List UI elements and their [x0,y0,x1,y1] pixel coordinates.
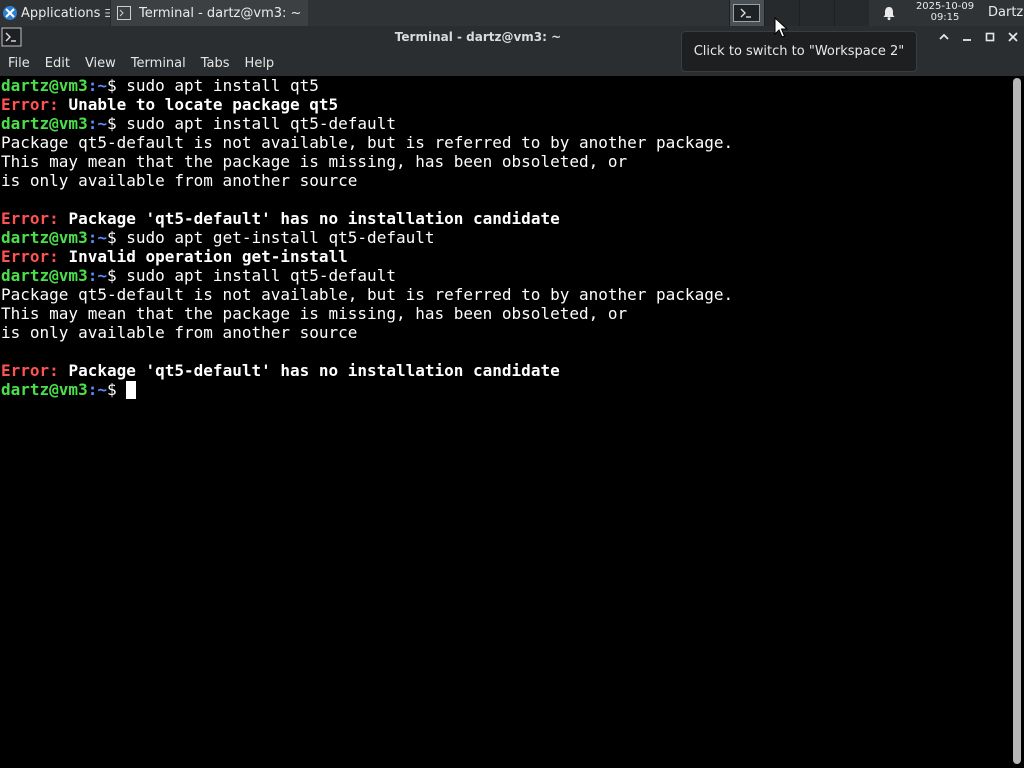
error-message: Unable to locate package qt5 [68,95,339,114]
user-menu[interactable]: Dartz [988,5,1023,20]
command-text: sudo apt get-install qt5-default [126,228,435,247]
error-prefix: Error: [1,95,69,114]
prompt-suffix: $ [106,380,127,399]
menu-terminal[interactable]: Terminal [123,56,193,71]
terminal-line: Error: Package 'qt5-default' has no inst… [1,361,1010,380]
terminal-output[interactable]: dartz@vm3:~$ sudo apt install qt5 Error: … [0,76,1010,768]
text-cursor [126,381,137,399]
prompt-user-host: dartz@vm3 [1,380,88,399]
terminal-line: is only available from another source [1,323,358,342]
workspace-window-preview [733,4,760,22]
prompt-path: :~ [87,76,107,95]
prompt-path: :~ [87,266,107,285]
terminal-icon [117,6,131,20]
prompt-path: :~ [87,114,107,133]
terminal-line: dartz@vm3:~$ sudo apt get-install qt5-de… [1,228,1010,247]
error-message: Package 'qt5-default' has no installatio… [68,361,560,380]
applications-menu-button[interactable]: Applications ☰ [0,0,114,26]
menu-edit[interactable]: Edit [37,56,77,71]
workspace-1-button[interactable] [729,0,764,26]
terminal-line: dartz@vm3:~$ sudo apt install qt5-defaul… [1,266,1010,285]
top-panel: Applications ☰ Terminal - dartz@vm3: ~ 2… [0,0,1024,26]
prompt-path: :~ [87,380,107,399]
error-prefix: Error: [1,209,69,228]
scrollbar-thumb[interactable] [1013,78,1021,764]
close-icon[interactable] [1005,29,1021,45]
terminal-line: Package qt5-default is not available, bu… [1,285,734,304]
terminal-line: Error: Package 'qt5-default' has no inst… [1,209,1010,228]
error-message: Invalid operation get-install [68,247,348,266]
menu-view[interactable]: View [77,56,123,71]
terminal-icon [740,8,751,18]
taskbar-item-label: Terminal - dartz@vm3: ~ [139,5,302,21]
taskbar-item-terminal[interactable]: Terminal - dartz@vm3: ~ [110,0,308,26]
terminal-text: dartz@vm3:~$ sudo apt install qt5 Error: … [0,76,1010,399]
prompt-path: :~ [87,228,107,247]
prompt-suffix: $ [106,228,127,247]
prompt-suffix: $ [106,114,127,133]
xfce-logo-icon [3,6,17,20]
clock[interactable]: 2025-10-09 09:15 [906,1,984,23]
terminal-line: Error: Invalid operation get-install [1,247,1010,266]
error-prefix: Error: [1,361,69,380]
terminal-line: is only available from another source [1,171,358,190]
workspace-3-button[interactable] [799,0,834,26]
menu-tabs[interactable]: Tabs [193,56,237,71]
prompt-suffix: $ [106,76,127,95]
workspace-4-button[interactable] [834,0,869,26]
terminal-scrollbar[interactable] [1010,76,1024,768]
terminal-line: Package qt5-default is not available, bu… [1,133,734,152]
error-message: Package 'qt5-default' has no installatio… [68,209,560,228]
bell-icon[interactable] [881,5,897,21]
applications-label: Applications [21,5,101,21]
clock-time: 09:15 [930,12,960,23]
terminal-line: This may mean that the package is missin… [1,152,628,171]
terminal-line: dartz@vm3:~$ sudo apt install qt5-defaul… [1,114,1010,133]
command-text: sudo apt install qt5 [126,76,319,95]
clock-date: 2025-10-09 [915,1,975,12]
terminal-line: dartz@vm3:~$ sudo apt install qt5 [1,76,1010,95]
error-prefix: Error: [1,247,69,266]
command-text: sudo apt install qt5-default [126,114,396,133]
prompt-user-host: dartz@vm3 [1,266,88,285]
workspace-tooltip: Click to switch to "Workspace 2" [681,31,917,72]
minimize-icon[interactable] [959,29,975,45]
menu-help[interactable]: Help [237,56,282,71]
prompt-user-host: dartz@vm3 [1,228,88,247]
prompt-user-host: dartz@vm3 [1,114,88,133]
maximize-icon[interactable] [982,29,998,45]
mouse-pointer-icon [774,17,788,38]
menu-file[interactable]: File [0,56,37,71]
command-text: sudo apt install qt5-default [126,266,396,285]
chevron-up-icon[interactable] [936,29,952,45]
prompt-user-host: dartz@vm3 [1,76,88,95]
terminal-line: dartz@vm3:~$ [1,380,1010,399]
terminal-line: Error: Unable to locate package qt5 [1,95,1010,114]
prompt-suffix: $ [106,266,127,285]
terminal-line: This may mean that the package is missin… [1,304,628,323]
